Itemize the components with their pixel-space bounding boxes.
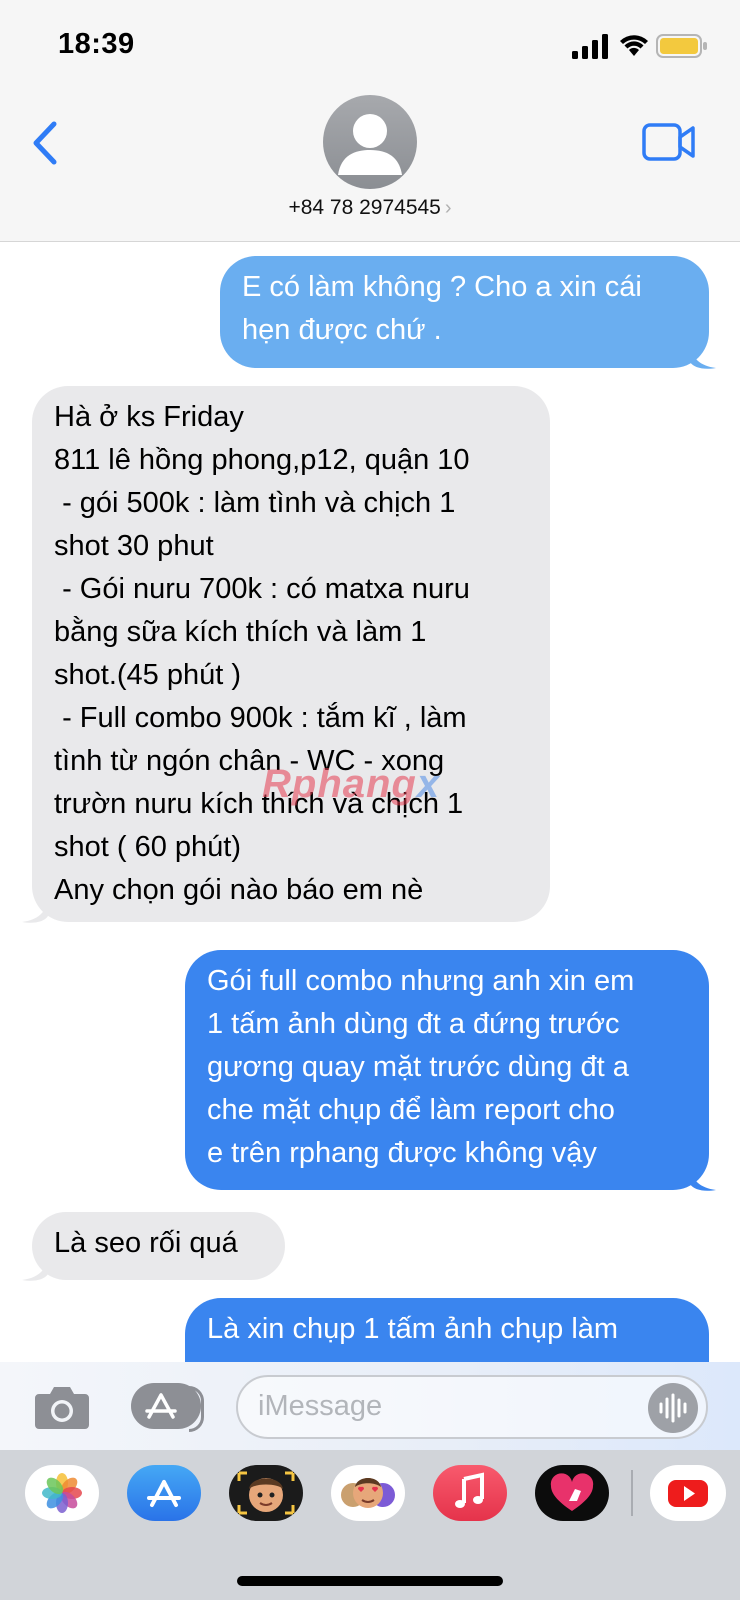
app-store-icon <box>147 1480 181 1507</box>
app-store-app-icon[interactable] <box>127 1465 201 1521</box>
youtube-app-icon[interactable] <box>650 1465 726 1521</box>
chevron-right-icon: › <box>444 197 452 219</box>
photos-icon <box>42 1473 82 1513</box>
animoji-icon <box>341 1478 395 1508</box>
wifi-icon <box>620 35 648 56</box>
contact-number: +84 78 2974545 <box>288 196 441 219</box>
outgoing-message-bubble[interactable]: Gói full combo nhưng anh xin em 1 tấm ản… <box>185 950 709 1190</box>
incoming-message-bubble[interactable]: Hà ở ks Friday 811 lê hồng phong,p12, qu… <box>32 386 550 922</box>
status-time: 18:39 <box>58 28 135 60</box>
watermark-part-1: Rphang <box>262 762 417 806</box>
app-store-glyph-icon <box>145 1393 177 1419</box>
message-input-placeholder: iMessage <box>258 1390 383 1422</box>
digital-touch-icon <box>550 1473 594 1511</box>
back-chevron-icon[interactable] <box>28 118 62 168</box>
watermark-part-2: x <box>416 762 441 806</box>
facetime-video-icon[interactable] <box>642 122 696 162</box>
bubble-tail <box>690 346 716 369</box>
watermark: Rphangx <box>262 762 440 807</box>
digital-touch-app-icon[interactable] <box>535 1465 609 1521</box>
battery-icon <box>656 34 707 58</box>
contact-name[interactable]: +84 78 2974545 › <box>0 196 740 220</box>
memoji-app-icon[interactable] <box>229 1465 303 1521</box>
dock-divider <box>631 1470 633 1516</box>
youtube-icon <box>668 1480 708 1507</box>
memoji-icon <box>237 1471 295 1515</box>
home-indicator[interactable] <box>237 1576 503 1586</box>
contact-avatar[interactable] <box>323 95 417 189</box>
bubble-tail <box>690 1168 716 1191</box>
bubble-tail <box>22 1258 48 1281</box>
music-icon <box>455 1472 484 1508</box>
photos-app-icon[interactable] <box>25 1465 99 1521</box>
music-app-icon[interactable] <box>433 1465 507 1521</box>
bubble-tail <box>22 900 48 923</box>
outgoing-message-bubble[interactable]: E có làm không ? Cho a xin cái hẹn được … <box>220 256 709 368</box>
animoji-stickers-app-icon[interactable] <box>331 1465 405 1521</box>
incoming-message-bubble[interactable]: Là seo rối quá <box>32 1212 285 1280</box>
cellular-signal-icon <box>572 34 608 59</box>
outgoing-message-bubble[interactable]: Là xin chụp 1 tấm ảnh chụp làm <box>185 1298 709 1362</box>
person-silhouette-icon <box>338 114 402 175</box>
camera-icon[interactable] <box>33 1384 91 1430</box>
message-thread[interactable]: E có làm không ? Cho a xin cái hẹn được … <box>0 242 740 1362</box>
audio-message-button[interactable] <box>648 1383 698 1433</box>
waveform-icon <box>659 1393 687 1423</box>
